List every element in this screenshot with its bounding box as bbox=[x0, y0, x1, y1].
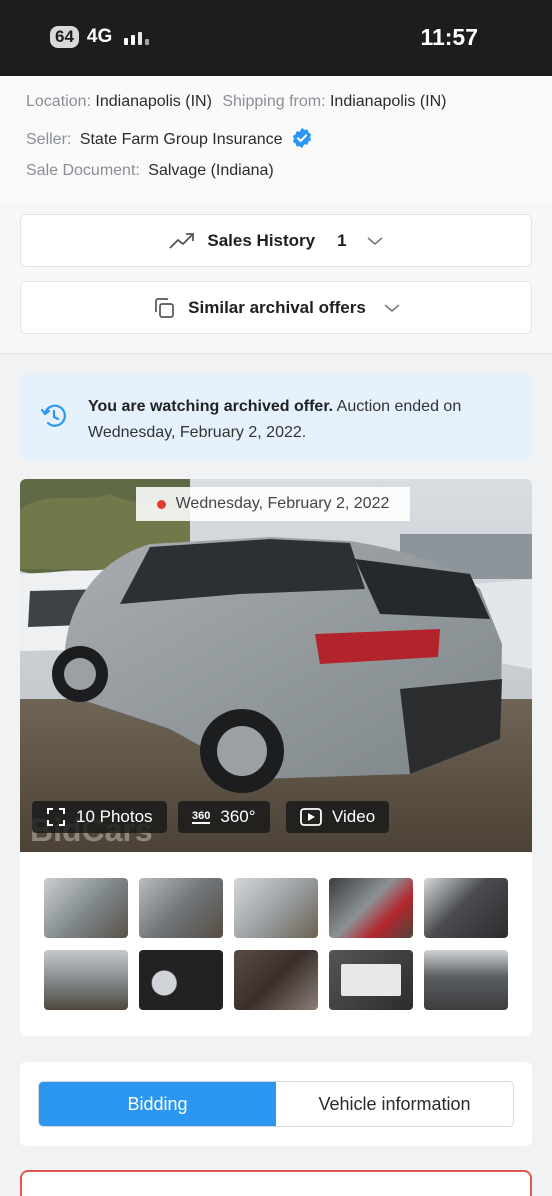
battery-indicator: 64 bbox=[50, 26, 79, 48]
sales-history-toggle[interactable]: Sales History 1 bbox=[20, 214, 532, 267]
main-vehicle-photo[interactable]: BidCars Wednesday, February 2, 2022 10 P… bbox=[20, 479, 532, 852]
auction-date-text: Wednesday, February 2, 2022 bbox=[175, 495, 390, 512]
thumbnail[interactable] bbox=[329, 878, 413, 938]
photos-count-label: 10 Photos bbox=[76, 807, 153, 826]
similar-offers-toggle[interactable]: Similar archival offers bbox=[20, 281, 532, 334]
seller-value[interactable]: State Farm Group Insurance bbox=[80, 131, 283, 148]
copy-icon bbox=[155, 297, 175, 318]
clock: 11:57 bbox=[420, 24, 478, 50]
sales-history-label: Sales History bbox=[207, 230, 316, 250]
trending-up-icon bbox=[169, 232, 195, 249]
status-bar: 64 4G 11:57 bbox=[0, 0, 552, 76]
thumbnail[interactable] bbox=[139, 950, 223, 1010]
auction-date-badge: Wednesday, February 2, 2022 bbox=[136, 487, 410, 521]
vehicle-image: BidCars bbox=[20, 479, 532, 852]
thumbnail[interactable] bbox=[234, 878, 318, 938]
thumbnail[interactable] bbox=[44, 878, 128, 938]
spin-360-button[interactable]: 360 360° bbox=[178, 801, 270, 833]
live-dot-icon bbox=[156, 499, 166, 509]
tab-bar: Bidding Vehicle information bbox=[38, 1081, 514, 1127]
document-value: Salvage (Indiana) bbox=[148, 162, 274, 179]
sales-history-count: 1 bbox=[337, 230, 347, 250]
location-label: Location: bbox=[26, 93, 91, 110]
location-value: Indianapolis (IN) bbox=[95, 93, 212, 110]
chevron-down-icon bbox=[367, 236, 383, 245]
photo-gallery: BidCars Wednesday, February 2, 2022 10 P… bbox=[20, 479, 532, 1036]
thumbnail[interactable] bbox=[44, 950, 128, 1010]
spin-360-label: 360° bbox=[220, 807, 256, 826]
verified-badge-icon bbox=[292, 127, 312, 149]
thumbnail[interactable] bbox=[424, 950, 508, 1010]
document-row: Sale Document: Salvage (Indiana) bbox=[26, 162, 274, 180]
video-button[interactable]: Video bbox=[286, 801, 390, 833]
tab-bidding[interactable]: Bidding bbox=[39, 1082, 276, 1126]
history-icon bbox=[40, 404, 66, 427]
photos-button[interactable]: 10 Photos bbox=[32, 801, 167, 833]
similar-offers-label: Similar archival offers bbox=[188, 297, 366, 317]
alert-card bbox=[20, 1170, 532, 1196]
spin-360-icon: 360 bbox=[192, 810, 211, 824]
play-icon bbox=[300, 808, 322, 826]
shipping-label: Shipping from: bbox=[222, 93, 326, 110]
history-section: Sales History 1 Similar archival offers bbox=[0, 202, 552, 354]
archived-offer-bold: You are watching archived offer. bbox=[88, 398, 334, 415]
lot-info: Location: Indianapolis (IN) Shipping fro… bbox=[0, 76, 552, 202]
thumbnail[interactable] bbox=[424, 878, 508, 938]
signal-icon bbox=[124, 29, 150, 45]
shipping-value: Indianapolis (IN) bbox=[329, 93, 447, 110]
seller-row: Seller: State Farm Group Insurance bbox=[26, 127, 313, 149]
seller-label: Seller: bbox=[26, 131, 72, 148]
thumbnail[interactable] bbox=[139, 878, 223, 938]
chevron-down-icon bbox=[384, 303, 400, 312]
tab-vehicle-information[interactable]: Vehicle information bbox=[276, 1082, 513, 1126]
archived-offer-text: You are watching archived offer. Auction… bbox=[88, 394, 508, 446]
document-label: Sale Document: bbox=[26, 162, 140, 179]
tabs-card: Bidding Vehicle information bbox=[20, 1062, 532, 1146]
fullscreen-icon bbox=[47, 808, 65, 826]
thumbnail[interactable] bbox=[329, 950, 413, 1010]
archived-offer-banner: You are watching archived offer. Auction… bbox=[20, 374, 532, 460]
network-label: 4G bbox=[86, 26, 113, 47]
thumbnail[interactable] bbox=[234, 950, 318, 1010]
location-row: Location: Indianapolis (IN) Shipping fro… bbox=[26, 93, 446, 111]
video-label: Video bbox=[332, 807, 376, 826]
